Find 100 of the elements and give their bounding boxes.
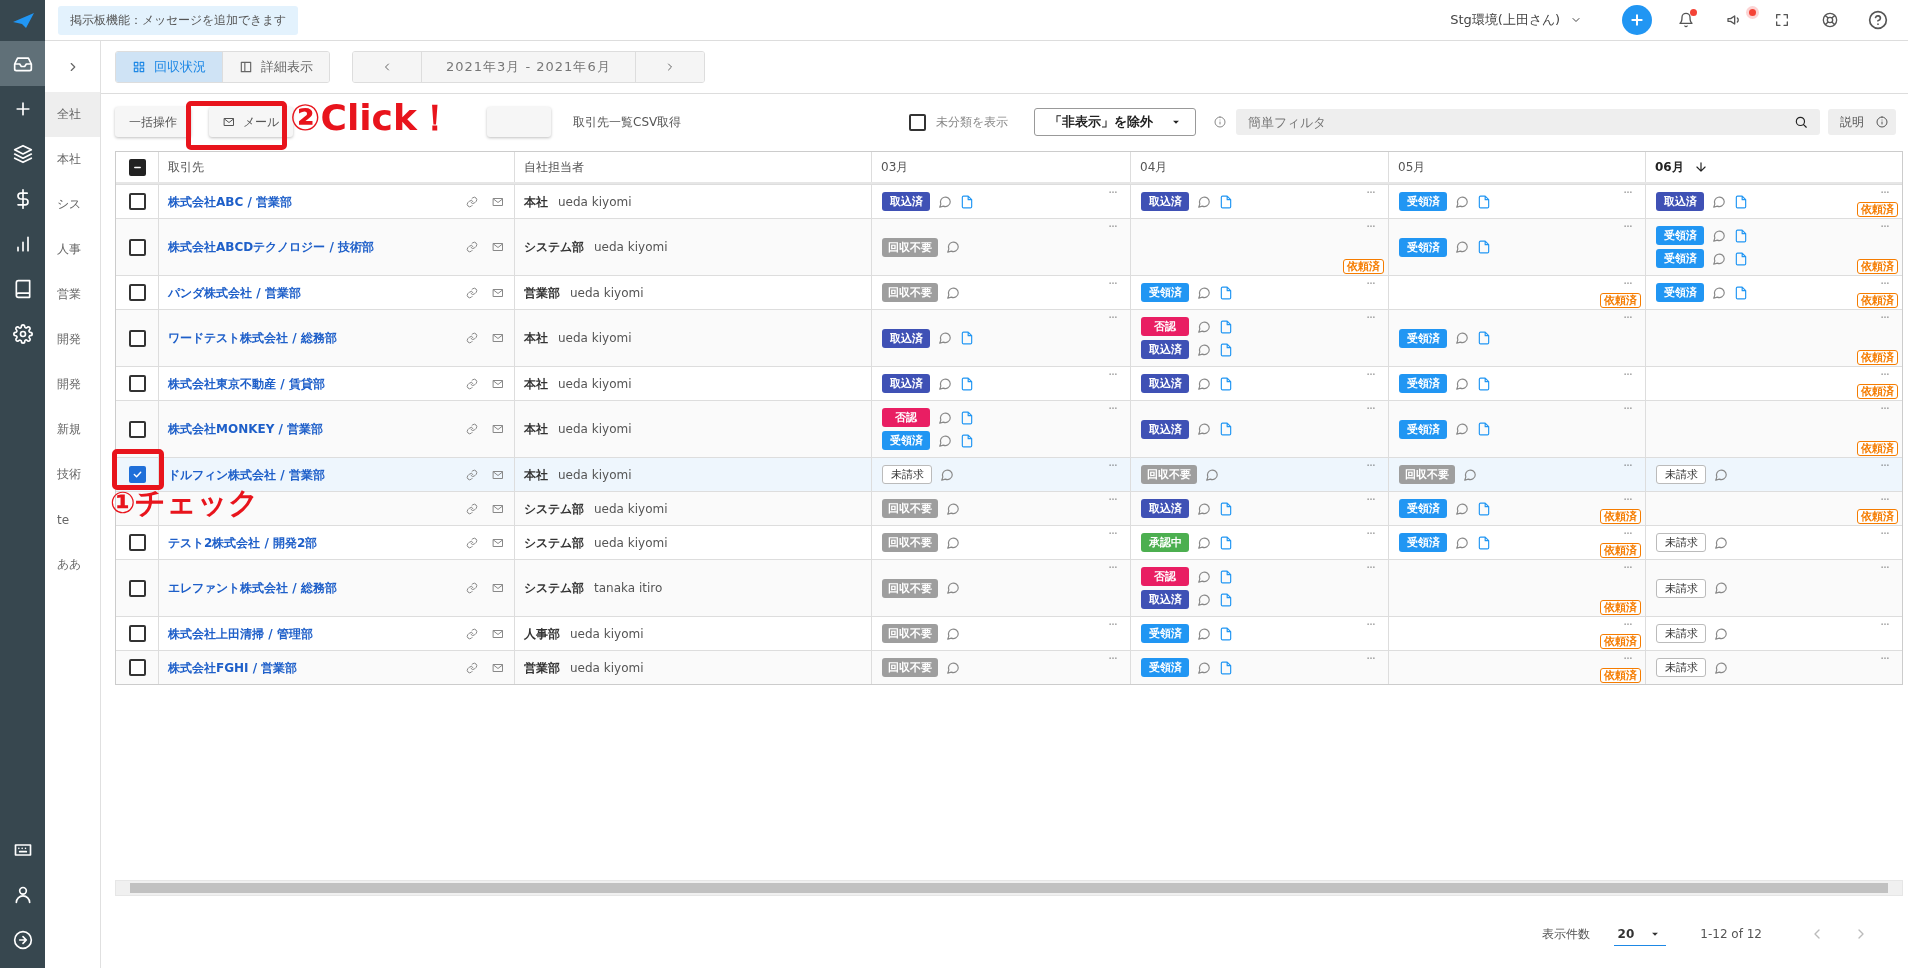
status-tag[interactable]: 未請求 (1656, 465, 1706, 484)
rows-per-page-select[interactable]: 20 (1613, 922, 1667, 946)
file-icon[interactable] (1219, 319, 1233, 334)
comment-icon[interactable] (1712, 228, 1726, 243)
company-link[interactable]: 株式会社東京不動産 / 賃貸部 (168, 375, 325, 392)
comment-icon[interactable] (1197, 285, 1211, 300)
status-tag[interactable]: 取込済 (1141, 590, 1189, 609)
comment-icon[interactable] (1197, 660, 1211, 675)
file-icon[interactable] (1477, 422, 1491, 436)
comment-icon[interactable] (946, 626, 960, 641)
comment-icon[interactable] (1712, 194, 1726, 209)
csv-download-link[interactable]: 取引先一覧CSV取得 (573, 113, 682, 131)
row-checkbox[interactable] (128, 625, 146, 642)
comment-icon[interactable] (946, 285, 960, 300)
comment-icon[interactable] (1714, 581, 1728, 595)
mail-icon[interactable] (492, 536, 504, 549)
comment-icon[interactable] (940, 467, 954, 482)
file-icon[interactable] (1477, 501, 1491, 516)
status-tag[interactable]: 受領済 (1399, 328, 1447, 348)
status-tag[interactable]: 受領済 (1141, 658, 1189, 677)
status-tag[interactable]: 受領済 (1141, 624, 1189, 643)
comment-icon[interactable] (1455, 422, 1469, 436)
comment-icon[interactable] (946, 581, 960, 595)
company-link[interactable]: 株式会社ABC / 営業部 (168, 193, 292, 210)
file-icon[interactable] (1219, 569, 1233, 584)
file-icon[interactable] (1219, 535, 1233, 550)
comment-icon[interactable] (1455, 535, 1469, 550)
status-tag[interactable]: 取込済 (1141, 499, 1189, 518)
mail-icon[interactable] (492, 661, 504, 674)
file-icon[interactable] (960, 331, 974, 345)
comment-icon[interactable] (1455, 240, 1469, 254)
status-tag[interactable]: 取込済 (1141, 192, 1189, 211)
department-tab[interactable]: 開発 (45, 317, 100, 362)
link-icon[interactable] (466, 502, 478, 515)
comment-icon[interactable] (1455, 501, 1469, 516)
row-checkbox[interactable] (128, 466, 146, 483)
status-tag[interactable]: 未請求 (1656, 578, 1706, 598)
file-icon[interactable] (1477, 535, 1491, 550)
status-tag[interactable]: 受領済 (1656, 249, 1704, 268)
notice-chip[interactable]: 掲示板機能：メッセージを追加できます (58, 5, 298, 35)
comment-icon[interactable] (1714, 660, 1728, 675)
file-icon[interactable] (960, 433, 974, 448)
comment-icon[interactable] (938, 194, 952, 209)
row-checkbox[interactable] (128, 375, 146, 392)
file-icon[interactable] (1219, 660, 1233, 675)
mail-icon[interactable] (492, 582, 504, 594)
company-link[interactable]: テスト2株式会社 / 開発2部 (168, 534, 318, 551)
status-tag[interactable]: 受領済 (1141, 283, 1189, 302)
file-icon[interactable] (1219, 285, 1233, 300)
comment-icon[interactable] (1197, 501, 1211, 516)
comment-icon[interactable] (1714, 626, 1728, 641)
view-tab[interactable]: 詳細表示 (223, 52, 329, 82)
link-icon[interactable] (466, 423, 478, 435)
file-icon[interactable] (1477, 194, 1491, 209)
row-checkbox[interactable] (128, 420, 146, 438)
status-tag[interactable]: 受領済 (1399, 192, 1447, 211)
link-icon[interactable] (466, 332, 478, 344)
column-header[interactable]: 04月 (1140, 158, 1168, 176)
file-icon[interactable] (1477, 331, 1491, 345)
department-tab[interactable]: 営業 (45, 272, 100, 317)
comment-icon[interactable] (938, 433, 952, 448)
mail-icon[interactable] (492, 423, 504, 435)
comment-icon[interactable] (1197, 319, 1211, 334)
company-link[interactable]: 株式会社FGHI / 営業部 (168, 659, 298, 676)
file-icon[interactable] (1477, 240, 1491, 254)
comment-icon[interactable] (938, 331, 952, 345)
horizontal-scrollbar[interactable] (115, 880, 1903, 896)
row-checkbox[interactable] (128, 193, 146, 210)
status-tag[interactable]: 未請求 (882, 465, 932, 484)
file-icon[interactable] (1734, 251, 1748, 266)
company-link[interactable]: 株式会社ABCDテクノロジー / 技術部 (168, 239, 374, 255)
file-icon[interactable] (960, 194, 974, 209)
status-tag[interactable]: 取込済 (1141, 419, 1189, 439)
comment-icon[interactable] (1197, 376, 1211, 391)
link-icon[interactable] (466, 661, 478, 674)
mail-button[interactable]: メール (209, 107, 293, 137)
row-checkbox[interactable] (128, 659, 146, 676)
status-tag[interactable]: 否認 (1141, 567, 1189, 586)
status-tag[interactable]: 受領済 (1656, 283, 1704, 302)
status-tag[interactable]: 未請求 (1656, 658, 1706, 677)
comment-icon[interactable] (946, 240, 960, 254)
column-header[interactable]: 06月 (1655, 158, 1684, 176)
comment-icon[interactable] (1455, 194, 1469, 209)
status-tag[interactable]: 未請求 (1656, 624, 1706, 643)
link-icon[interactable] (466, 627, 478, 640)
row-checkbox[interactable] (128, 238, 146, 256)
status-tag[interactable]: 取込済 (1656, 192, 1704, 211)
row-checkbox[interactable] (128, 284, 146, 301)
mail-icon[interactable] (492, 286, 504, 299)
comment-icon[interactable] (938, 410, 952, 425)
add-button[interactable] (1622, 5, 1652, 35)
status-tag[interactable]: 受領済 (1656, 226, 1704, 245)
link-icon[interactable] (466, 195, 478, 208)
file-icon[interactable] (1219, 342, 1233, 357)
comment-icon[interactable] (1714, 467, 1728, 482)
company-link[interactable]: ワードテスト株式会社 / 総務部 (168, 330, 337, 346)
file-icon[interactable] (1219, 592, 1233, 607)
comment-icon[interactable] (938, 376, 952, 391)
comment-icon[interactable] (946, 535, 960, 550)
link-icon[interactable] (466, 286, 478, 299)
